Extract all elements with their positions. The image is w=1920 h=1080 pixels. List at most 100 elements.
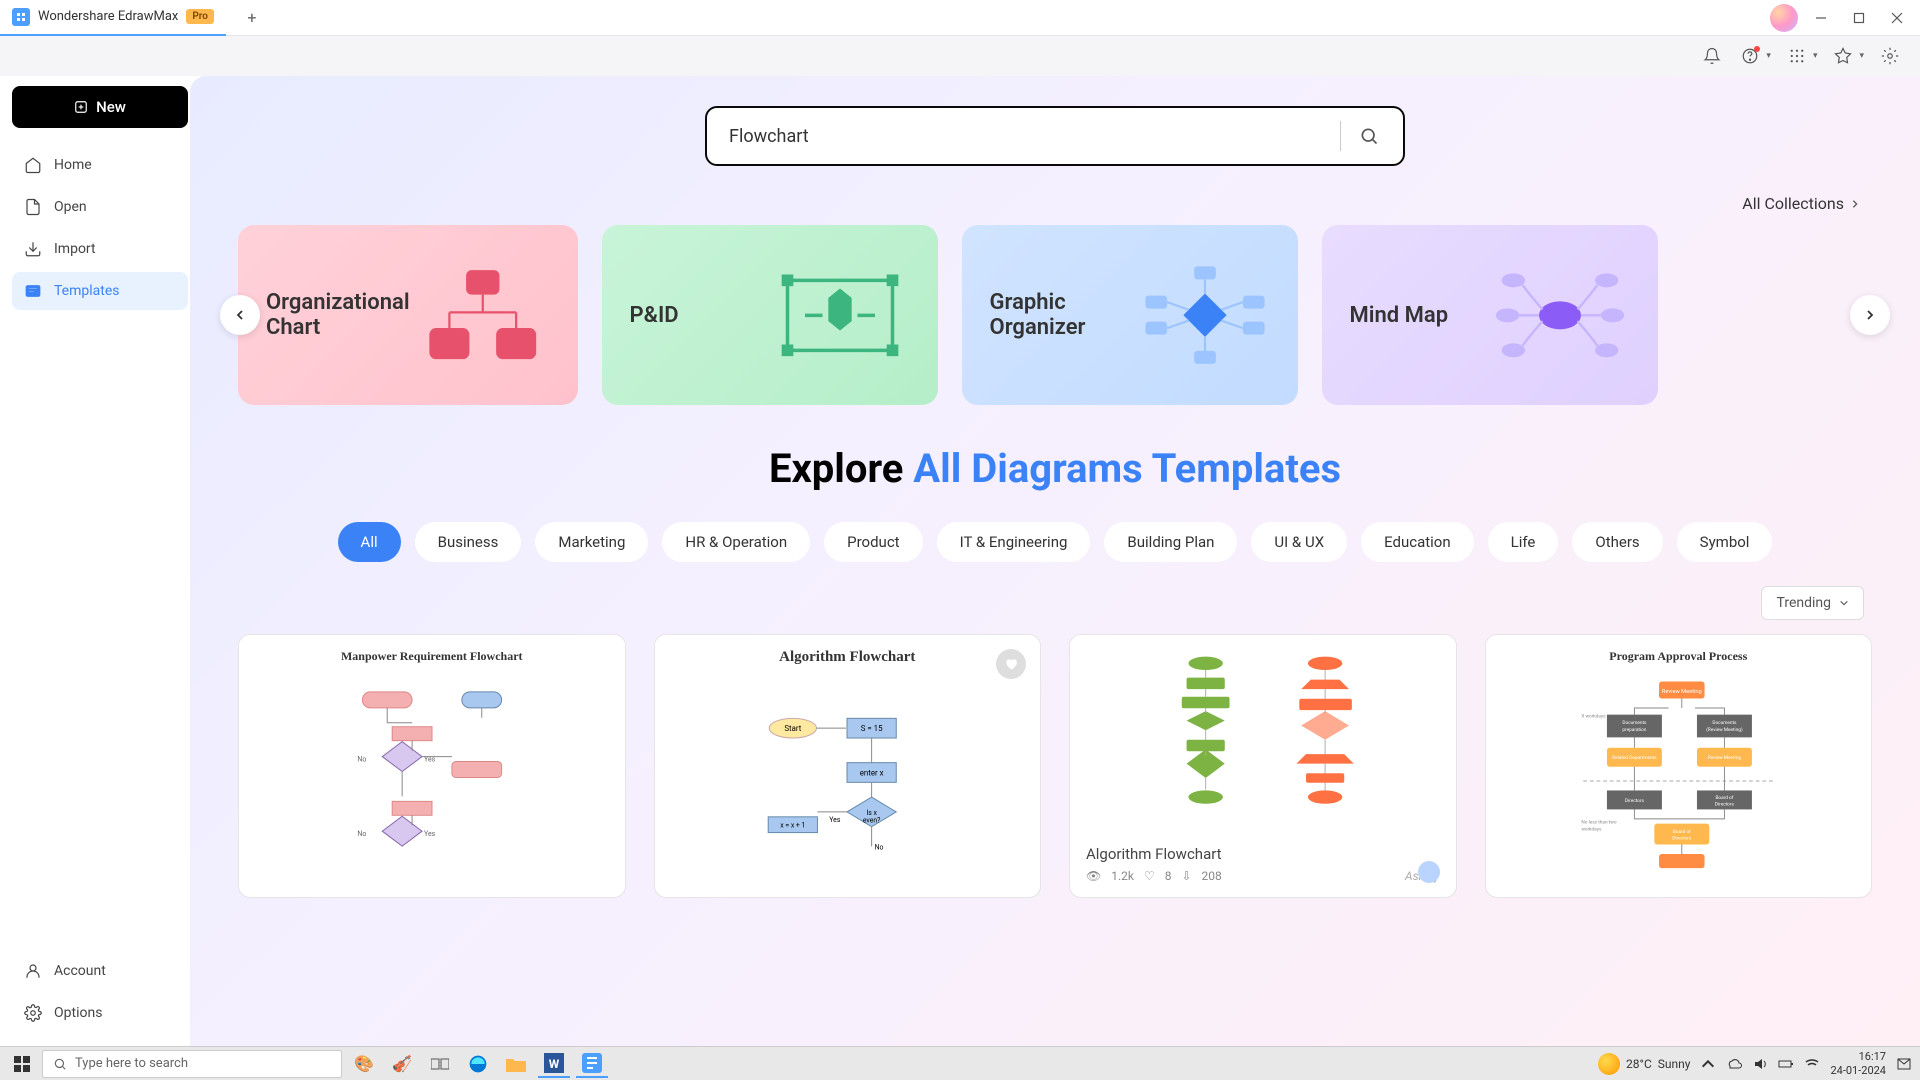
- tray-onedrive-icon[interactable]: [1726, 1056, 1742, 1072]
- taskbar-datetime[interactable]: 16:17 24-01-2024: [1830, 1050, 1886, 1076]
- all-collections-link[interactable]: All Collections: [238, 194, 1872, 213]
- apps-icon[interactable]: [1785, 44, 1809, 68]
- svg-text:Directors: Directors: [1625, 798, 1645, 804]
- taskbar-apps-icon[interactable]: 🎨: [348, 1050, 380, 1078]
- template-thumb-title: Program Approval Process: [1609, 649, 1747, 664]
- sidebar-item-templates[interactable]: Templates: [12, 272, 188, 310]
- minimize-button[interactable]: [1806, 3, 1836, 33]
- search-input[interactable]: [729, 126, 1324, 147]
- import-icon: [24, 240, 42, 258]
- weather-widget[interactable]: 28°C Sunny: [1598, 1053, 1690, 1075]
- filter-it[interactable]: IT & Engineering: [937, 522, 1091, 562]
- tray-chevron-icon[interactable]: [1700, 1056, 1716, 1072]
- user-avatar[interactable]: [1770, 4, 1798, 32]
- search-box: [705, 106, 1405, 166]
- sidebar-item-label: Import: [54, 241, 96, 257]
- svg-text:Directors: Directors: [1673, 836, 1693, 842]
- svg-text:No: No: [357, 830, 366, 838]
- filter-business[interactable]: Business: [415, 522, 522, 562]
- favorite-button[interactable]: [996, 649, 1026, 679]
- filter-life[interactable]: Life: [1488, 522, 1559, 562]
- sidebar-item-label: Options: [54, 1005, 102, 1021]
- template-thumb: Program Approval Process Review Meeting …: [1486, 635, 1872, 885]
- all-collections-label: All Collections: [1742, 194, 1844, 213]
- views-count: 1.2k: [1111, 869, 1134, 883]
- tray-wifi-icon[interactable]: [1804, 1056, 1820, 1072]
- weather-temp: 28°C: [1626, 1057, 1652, 1071]
- app-title: Wondershare EdrawMax: [38, 9, 178, 24]
- filter-marketing[interactable]: Marketing: [535, 522, 648, 562]
- new-button[interactable]: New: [12, 86, 188, 128]
- filter-uiux[interactable]: UI & UX: [1251, 522, 1347, 562]
- template-grid: Manpower Requirement Flowchart NoYesNoYe…: [238, 634, 1872, 898]
- tray-battery-icon[interactable]: [1778, 1056, 1794, 1072]
- filter-hr[interactable]: HR & Operation: [662, 522, 810, 562]
- taskbar-word-icon[interactable]: W: [538, 1050, 570, 1078]
- sidebar-item-options[interactable]: Options: [12, 994, 188, 1032]
- taskbar-explorer-icon[interactable]: [500, 1050, 532, 1078]
- category-pid[interactable]: P&ID: [602, 225, 938, 405]
- search-button[interactable]: [1357, 124, 1381, 148]
- help-icon[interactable]: [1738, 44, 1762, 68]
- category-graphic-organizer[interactable]: Graphic Organizer: [962, 225, 1298, 405]
- sidebar-item-home[interactable]: Home: [12, 146, 188, 184]
- carousel-prev-button[interactable]: [220, 295, 260, 335]
- weather-cond: Sunny: [1658, 1057, 1691, 1071]
- taskbar-taskview-icon[interactable]: [424, 1050, 456, 1078]
- filter-all[interactable]: All: [338, 522, 401, 562]
- category-mind-map[interactable]: Mind Map: [1322, 225, 1658, 405]
- likes-icon: ♡: [1144, 869, 1155, 883]
- filter-education[interactable]: Education: [1361, 522, 1474, 562]
- filter-pills: All Business Marketing HR & Operation Pr…: [238, 522, 1872, 562]
- filter-symbol[interactable]: Symbol: [1677, 522, 1773, 562]
- premium-icon[interactable]: [1831, 44, 1855, 68]
- category-illustration: [1140, 255, 1270, 375]
- tray-volume-icon[interactable]: [1752, 1056, 1768, 1072]
- taskbar-edrawmax-icon[interactable]: [576, 1050, 608, 1078]
- filter-building[interactable]: Building Plan: [1104, 522, 1237, 562]
- template-card[interactable]: Algorithm Flowchart StartS = 15enter xIs…: [654, 634, 1042, 898]
- template-card[interactable]: Program Approval Process Review Meeting …: [1485, 634, 1873, 898]
- notification-icon[interactable]: [1700, 44, 1724, 68]
- add-tab-button[interactable]: +: [238, 4, 266, 32]
- explore-prefix: Explore: [769, 445, 913, 492]
- sidebar-item-open[interactable]: Open: [12, 188, 188, 226]
- template-card[interactable]: Algorithm Flowchart 👁1.2k ♡8 ⇩208 Ashley: [1069, 634, 1457, 898]
- sidebar-item-import[interactable]: Import: [12, 230, 188, 268]
- taskbar-search[interactable]: Type here to search: [42, 1050, 342, 1078]
- svg-text:W: W: [549, 1057, 560, 1071]
- main-content: All Collections Organizational Chart P&I…: [190, 76, 1920, 1046]
- template-thumb: Algorithm Flowchart StartS = 15enter xIs…: [655, 635, 1041, 885]
- taskbar-edge-icon[interactable]: [462, 1050, 494, 1078]
- category-organizational-chart[interactable]: Organizational Chart: [238, 225, 578, 405]
- svg-text:Documents: Documents: [1623, 720, 1648, 726]
- svg-text:x = x + 1: x = x + 1: [780, 822, 805, 830]
- template-card[interactable]: Manpower Requirement Flowchart NoYesNoYe…: [238, 634, 626, 898]
- category-label: Graphic Organizer: [990, 290, 1140, 340]
- app-tab[interactable]: Wondershare EdrawMax Pro: [0, 0, 226, 36]
- settings-icon[interactable]: [1878, 44, 1902, 68]
- sidebar-item-account[interactable]: Account: [12, 952, 188, 990]
- author-avatar: [1418, 861, 1440, 883]
- carousel-next-button[interactable]: [1850, 295, 1890, 335]
- sidebar-item-label: Templates: [54, 283, 120, 299]
- svg-text:preparation: preparation: [1623, 727, 1647, 733]
- titlebar: Wondershare EdrawMax Pro +: [0, 0, 1920, 36]
- shares-icon: ⇩: [1181, 869, 1191, 883]
- start-button[interactable]: [8, 1050, 36, 1078]
- filter-product[interactable]: Product: [824, 522, 922, 562]
- search-icon: [1359, 126, 1379, 146]
- shares-count: 208: [1202, 869, 1222, 883]
- svg-text:No less than two: No less than two: [1582, 820, 1617, 826]
- weather-icon: [1598, 1053, 1620, 1075]
- tray-notifications-icon[interactable]: [1896, 1056, 1912, 1072]
- svg-text:Is x: Is x: [867, 809, 878, 817]
- filter-others[interactable]: Others: [1572, 522, 1662, 562]
- sort-select[interactable]: Trending: [1761, 586, 1864, 620]
- maximize-button[interactable]: [1844, 3, 1874, 33]
- taskbar-search-placeholder: Type here to search: [75, 1056, 188, 1071]
- close-button[interactable]: [1882, 3, 1912, 33]
- taskbar-apps-icon[interactable]: 🎻: [386, 1050, 418, 1078]
- account-icon: [24, 962, 42, 980]
- category-illustration: [1490, 255, 1630, 375]
